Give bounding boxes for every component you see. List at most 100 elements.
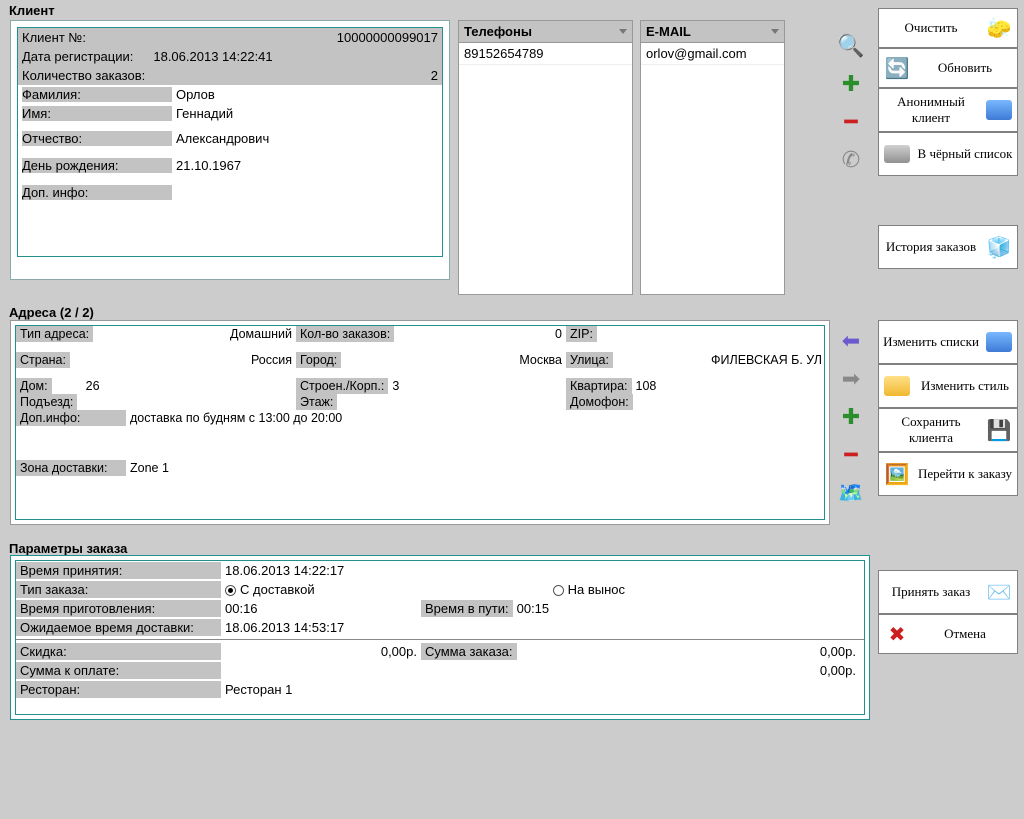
- order-discount-value: 0,00р.: [221, 643, 421, 660]
- addr-city-value: Москва: [341, 352, 566, 368]
- client-orders-label: Количество заказов:: [22, 68, 145, 83]
- addr-intercom-label: Домофон:: [566, 394, 633, 410]
- prev-address-icon[interactable]: ⬅: [835, 325, 867, 357]
- order-discount-label: Скидка:: [16, 643, 221, 660]
- add-address-icon[interactable]: ✚: [835, 401, 867, 433]
- order-params-title: Параметры заказа: [5, 538, 131, 556]
- addr-house-label: Дом:: [16, 378, 52, 394]
- addr-apt-value: 108: [632, 378, 827, 394]
- radio-icon: [553, 585, 564, 596]
- addr-bld-value: 3: [388, 378, 566, 394]
- email-panel: E-MAIL orlov@gmail.com: [640, 20, 785, 295]
- client-birthday-value: 21.10.1967: [176, 158, 241, 173]
- email-item[interactable]: orlov@gmail.com: [641, 43, 784, 65]
- order-travel-label: Время в пути:: [421, 600, 513, 617]
- addr-country-value: Россия: [70, 352, 296, 368]
- addr-orders-value: 0: [394, 326, 566, 342]
- cancel-order-button[interactable]: ✖Отмена: [878, 614, 1018, 654]
- goto-order-button[interactable]: 🖼️Перейти к заказу: [878, 452, 1018, 496]
- order-accept-time-label: Время принятия:: [16, 562, 221, 579]
- client-orders-value: 2: [431, 68, 438, 83]
- order-params-panel: Время принятия:18.06.2013 14:22:17 Тип з…: [10, 555, 870, 720]
- addr-entr-label: Подъезд:: [16, 394, 77, 410]
- phones-panel: Телефоны 89152654789: [458, 20, 633, 295]
- remove-address-icon[interactable]: ━: [835, 439, 867, 471]
- order-sum-label: Сумма заказа:: [421, 643, 517, 660]
- radio-icon: [225, 585, 236, 596]
- addr-bld-label: Строен./Корп.:: [296, 378, 388, 394]
- phones-header[interactable]: Телефоны: [459, 21, 632, 43]
- edit-lists-button[interactable]: Изменить списки: [878, 320, 1018, 364]
- address-buttons-col: Изменить списки Изменить стиль Сохранить…: [878, 320, 1018, 496]
- client-reg-label: Дата регистрации:: [22, 49, 133, 64]
- order-buttons-col: Принять заказ✉️ ✖Отмена: [878, 570, 1018, 654]
- order-travel-value: 00:15: [513, 600, 554, 617]
- addr-type-value: Домашний: [93, 326, 296, 342]
- order-type-pickup[interactable]: На вынос: [549, 581, 629, 598]
- order-type-label: Тип заказа:: [16, 581, 221, 598]
- client-firstname-label: Имя:: [22, 106, 172, 121]
- contact-side-icons: 🔍 ✚ ━ ✆: [835, 30, 867, 176]
- client-number-value: 10000000099017: [337, 30, 438, 45]
- sort-icon: [771, 29, 779, 34]
- addr-zone-value: Zone 1: [126, 460, 824, 476]
- addr-house-value: 26: [82, 378, 296, 394]
- order-accept-time-value: 18.06.2013 14:22:17: [221, 562, 348, 579]
- addr-type-label: Тип адреса:: [16, 326, 93, 342]
- order-eta-label: Ожидаемое время доставки:: [16, 619, 221, 636]
- addr-country-label: Страна:: [16, 352, 70, 368]
- client-info-panel: Клиент №: 10000000099017 Дата регистрации…: [10, 20, 450, 280]
- clear-button[interactable]: Очистить🧽: [878, 8, 1018, 48]
- order-eta-value: 18.06.2013 14:53:17: [221, 619, 348, 636]
- accept-order-button[interactable]: Принять заказ✉️: [878, 570, 1018, 614]
- search-contact-icon[interactable]: 🔍: [835, 30, 867, 62]
- addr-street-value: ФИЛЕВСКАЯ Б. УЛ: [613, 352, 826, 368]
- sort-icon: [619, 29, 627, 34]
- add-contact-icon[interactable]: ✚: [835, 68, 867, 100]
- order-rest-value: Ресторан 1: [221, 681, 296, 698]
- client-birthday-label: День рождения:: [22, 158, 172, 173]
- order-prep-value: 00:16: [221, 600, 421, 617]
- addr-extra-value: доставка по будням с 13:00 до 20:00: [126, 410, 824, 426]
- addr-city-label: Город:: [296, 352, 341, 368]
- anon-client-button[interactable]: Анонимный клиент: [878, 88, 1018, 132]
- next-address-icon[interactable]: ➡: [835, 363, 867, 395]
- addr-orders-label: Кол-во заказов:: [296, 326, 394, 342]
- client-reg-value: 18.06.2013 14:22:41: [153, 49, 272, 64]
- map-address-icon[interactable]: 🗺️: [835, 477, 867, 509]
- client-extra-label: Доп. инфо:: [22, 185, 172, 200]
- order-type-delivery[interactable]: С доставкой: [221, 581, 319, 598]
- client-firstname-value: Геннадий: [176, 106, 233, 121]
- refresh-button[interactable]: 🔄Обновить: [878, 48, 1018, 88]
- order-pay-value: 0,00р.: [812, 662, 864, 679]
- addr-zip-value: [597, 326, 826, 342]
- addr-zone-label: Зона доставки:: [16, 460, 126, 476]
- address-panel: Тип адреса:Домашний Кол-во заказов:0 ZIP…: [10, 320, 830, 525]
- order-history-button[interactable]: История заказов🧊: [878, 225, 1018, 269]
- remove-contact-icon[interactable]: ━: [835, 106, 867, 138]
- client-buttons-col: Очистить🧽 🔄Обновить Анонимный клиент В ч…: [878, 8, 1018, 176]
- client-patronymic-label: Отчество:: [22, 131, 172, 146]
- email-header[interactable]: E-MAIL: [641, 21, 784, 43]
- order-sum-value: 0,00р.: [812, 643, 864, 660]
- edit-style-button[interactable]: Изменить стиль: [878, 364, 1018, 408]
- save-client-button[interactable]: Сохранить клиента💾: [878, 408, 1018, 452]
- addresses-section-title: Адреса (2 / 2): [5, 302, 98, 320]
- blacklist-button[interactable]: В чёрный список: [878, 132, 1018, 176]
- addr-extra-label: Доп.инфо:: [16, 410, 126, 426]
- addr-street-label: Улица:: [566, 352, 613, 368]
- history-col: История заказов🧊: [878, 225, 1018, 269]
- client-section-title: Клиент: [5, 0, 59, 18]
- client-number-label: Клиент №:: [22, 30, 86, 45]
- client-lastname-label: Фамилия:: [22, 87, 172, 102]
- call-contact-icon[interactable]: ✆: [835, 144, 867, 176]
- address-side-icons: ⬅ ➡ ✚ ━ 🗺️: [835, 325, 867, 509]
- order-prep-label: Время приготовления:: [16, 600, 221, 617]
- addr-zip-label: ZIP:: [566, 326, 597, 342]
- phone-item[interactable]: 89152654789: [459, 43, 632, 65]
- order-pay-label: Сумма к оплате:: [16, 662, 221, 679]
- addr-apt-label: Квартира:: [566, 378, 632, 394]
- order-rest-label: Ресторан:: [16, 681, 221, 698]
- client-lastname-value: Орлов: [176, 87, 215, 102]
- addr-floor-label: Этаж:: [296, 394, 337, 410]
